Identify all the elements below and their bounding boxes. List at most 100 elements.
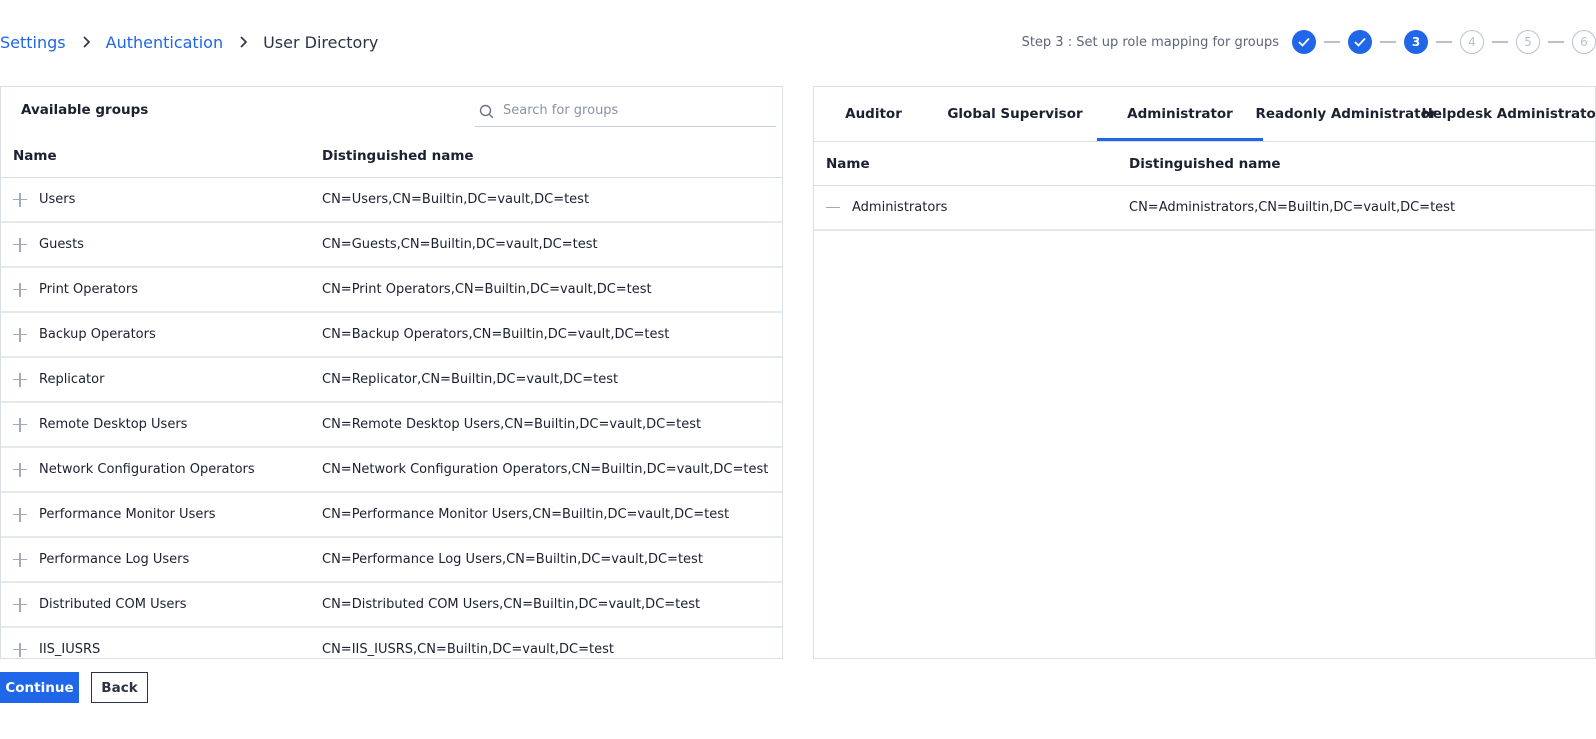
group-dn: CN=Backup Operators,CN=Builtin,DC=vault,… [322, 327, 670, 342]
group-dn: CN=Guests,CN=Builtin,DC=vault,DC=test [322, 237, 598, 252]
tab-auditor[interactable]: Auditor [814, 87, 933, 141]
search-box [475, 95, 776, 127]
group-dn: CN=Network Configuration Operators,CN=Bu… [322, 462, 769, 477]
table-row[interactable]: Users CN=Users,CN=Builtin,DC=vault,DC=tes… [1, 178, 782, 223]
available-groups-header: Available groups [1, 87, 782, 135]
breadcrumb: Settings Authentication User Directory [0, 30, 378, 54]
search-input[interactable] [503, 99, 768, 121]
plus-icon[interactable] [13, 417, 27, 432]
group-dn: CN=Performance Monitor Users,CN=Builtin,… [322, 507, 730, 522]
plus-icon[interactable] [13, 282, 27, 297]
breadcrumb-current: User Directory [263, 32, 379, 52]
row-name-cell: Guests [1, 237, 310, 252]
breadcrumb-settings[interactable]: Settings [0, 33, 66, 52]
chevron-right-icon [80, 35, 92, 49]
minus-icon[interactable] [826, 201, 840, 215]
table-row[interactable]: Network Configuration Operators CN=Networ… [1, 448, 782, 493]
table-row[interactable]: Replicator CN=Replicator,CN=Builtin,DC=va… [1, 358, 782, 403]
group-name: IIS_IUSRS [39, 642, 101, 657]
group-dn: CN=Print Operators,CN=Builtin,DC=vault,D… [322, 282, 652, 297]
step-description: Step 3 : Set up role mapping for groups [1021, 34, 1279, 50]
plus-icon[interactable] [13, 462, 27, 477]
mapped-groups-table-header: Name Distinguished name [814, 142, 1595, 186]
available-groups-panel: Available groups Name Distinguished name… [0, 86, 783, 659]
group-dn: CN=IIS_IUSRS,CN=Builtin,DC=vault,DC=test [322, 642, 614, 657]
row-name-cell: IIS_IUSRS [1, 642, 310, 657]
group-name: Administrators [852, 200, 948, 215]
row-name-cell: Performance Monitor Users [1, 507, 310, 522]
plus-icon[interactable] [13, 642, 27, 657]
available-groups-list[interactable]: Users CN=Users,CN=Builtin,DC=vault,DC=tes… [1, 178, 782, 658]
row-name-cell: Users [1, 192, 310, 207]
table-row[interactable]: Guests CN=Guests,CN=Builtin,DC=vault,DC=t… [1, 223, 782, 268]
row-name-cell: Print Operators [1, 282, 310, 297]
table-row[interactable]: Print Operators CN=Print Operators,CN=Bui… [1, 268, 782, 313]
table-row[interactable]: Distributed COM Users CN=Distributed COM … [1, 583, 782, 628]
column-name-header[interactable]: Name [1, 148, 310, 164]
plus-icon[interactable] [13, 597, 27, 612]
row-name-cell: Remote Desktop Users [1, 417, 310, 432]
row-name-cell: Backup Operators [1, 327, 310, 342]
step-5: 5 [1516, 30, 1540, 54]
tab-administrator[interactable]: Administrator [1097, 87, 1263, 141]
tab-global-supervisor[interactable]: Global Supervisor [933, 87, 1097, 141]
table-row[interactable]: Performance Log Users CN=Performance Log … [1, 538, 782, 583]
group-dn: CN=Replicator,CN=Builtin,DC=vault,DC=tes… [322, 372, 619, 387]
step-4: 4 [1460, 30, 1484, 54]
plus-icon[interactable] [13, 507, 27, 522]
plus-icon[interactable] [13, 237, 27, 252]
group-name: Performance Monitor Users [39, 507, 216, 522]
step-1-check-icon [1292, 30, 1316, 54]
role-mapping-panel: Auditor Global Supervisor Administrator … [813, 86, 1596, 659]
step-connector [1380, 41, 1396, 43]
group-name: Replicator [39, 372, 105, 387]
plus-icon[interactable] [13, 552, 27, 567]
group-dn: CN=Users,CN=Builtin,DC=vault,DC=test [322, 192, 590, 207]
group-name: Backup Operators [39, 327, 156, 342]
column-name-header[interactable]: Name [814, 156, 1129, 172]
available-groups-title: Available groups [21, 102, 149, 118]
table-row[interactable]: Performance Monitor Users CN=Performance … [1, 493, 782, 538]
row-name-cell: Performance Log Users [1, 552, 310, 567]
group-dn: CN=Distributed COM Users,CN=Builtin,DC=v… [322, 597, 701, 612]
group-name: Performance Log Users [39, 552, 190, 567]
breadcrumb-authentication[interactable]: Authentication [106, 33, 223, 52]
group-dn: CN=Performance Log Users,CN=Builtin,DC=v… [322, 552, 703, 567]
plus-icon[interactable] [13, 327, 27, 342]
back-button[interactable]: Back [91, 672, 148, 703]
role-tabs: Auditor Global Supervisor Administrator … [814, 87, 1595, 142]
table-row[interactable]: Backup Operators CN=Backup Operators,CN=B… [1, 313, 782, 358]
plus-icon[interactable] [13, 372, 27, 387]
continue-button[interactable]: Continue [0, 672, 79, 703]
group-name: Distributed COM Users [39, 597, 187, 612]
table-row[interactable]: Administrators CN=Administrators,CN=Buil… [814, 186, 1595, 231]
group-name: Users [39, 192, 76, 207]
table-row[interactable]: IIS_IUSRS CN=IIS_IUSRS,CN=Builtin,DC=vaul… [1, 628, 782, 658]
column-dn-header[interactable]: Distinguished name [310, 148, 782, 164]
search-icon [479, 104, 494, 119]
wizard-stepper: Step 3 : Set up role mapping for groups … [1022, 30, 1596, 54]
row-name-cell: Network Configuration Operators [1, 462, 310, 477]
step-3: 3 [1404, 30, 1428, 54]
row-name-cell: Replicator [1, 372, 310, 387]
step-connector [1548, 41, 1564, 43]
group-name: Guests [39, 237, 84, 252]
step-6: 6 [1572, 30, 1596, 54]
table-row[interactable]: Remote Desktop Users CN=Remote Desktop Us… [1, 403, 782, 448]
chevron-right-icon [237, 35, 249, 49]
step-2-check-icon [1348, 30, 1372, 54]
group-name: Network Configuration Operators [39, 462, 255, 477]
step-connector [1436, 41, 1452, 43]
step-connector [1492, 41, 1508, 43]
row-name-cell: Distributed COM Users [1, 597, 310, 612]
group-name: Remote Desktop Users [39, 417, 188, 432]
group-dn: CN=Remote Desktop Users,CN=Builtin,DC=va… [322, 417, 702, 432]
row-name-cell: Administrators [814, 200, 1129, 215]
page-header: Settings Authentication User Directory S… [0, 0, 1596, 86]
tab-helpdesk-administrator[interactable]: Helpdesk Administrator [1422, 87, 1595, 141]
plus-icon[interactable] [13, 192, 27, 207]
group-dn: CN=Administrators,CN=Builtin,DC=vault,DC… [1129, 200, 1456, 215]
tab-readonly-administrator[interactable]: Readonly Administrator [1255, 87, 1436, 141]
available-groups-table-header: Name Distinguished name [1, 135, 782, 178]
column-dn-header[interactable]: Distinguished name [1129, 156, 1595, 172]
